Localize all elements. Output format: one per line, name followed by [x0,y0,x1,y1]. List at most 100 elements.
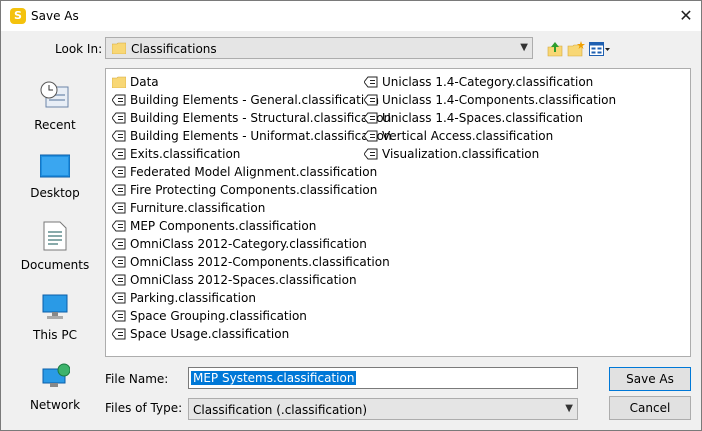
place-documents[interactable]: Documents [17,221,93,272]
new-folder-icon[interactable] [567,41,585,57]
list-item-label: Visualization.classification [382,147,540,161]
classification-file-icon [112,328,126,340]
file-type-dropdown[interactable]: Classification (.classification) ▼ [188,398,578,420]
list-item[interactable]: Building Elements - Structural.classific… [108,109,392,127]
file-list-column-1: Data Building Elements - General.classifi… [108,73,392,343]
save-as-button[interactable]: Save As [609,367,691,391]
file-name-value: MEP Systems.classification [191,371,357,385]
classification-file-icon [364,130,378,142]
place-recent[interactable]: Recent [17,81,93,132]
list-item[interactable]: OmniClass 2012-Category.classification [108,235,392,253]
list-item-label: Parking.classification [130,291,256,305]
list-item-label: Space Grouping.classification [130,309,307,323]
file-list-column-2: Uniclass 1.4-Category.classification Unic… [360,73,616,163]
classification-file-icon [112,238,126,250]
list-item-label: Building Elements - Structural.classific… [130,111,392,125]
file-type-label: Files of Type: [105,401,183,415]
list-item-label: MEP Components.classification [130,219,317,233]
title-bar[interactable]: S Save As ✕ [1,1,701,31]
classification-file-icon [112,94,126,106]
list-item-label: Building Elements - General.classificati… [130,93,380,107]
folder-icon [112,42,126,54]
list-item-label: Space Usage.classification [130,327,290,341]
list-item[interactable]: Data [108,73,392,91]
chevron-down-icon: ▼ [520,42,528,53]
list-item[interactable]: Building Elements - Uniformat.classifica… [108,127,392,145]
list-item[interactable]: Uniclass 1.4-Spaces.classification [360,109,616,127]
look-in-value: Classifications [131,42,217,56]
view-menu-icon[interactable] [589,41,611,57]
classification-file-icon [112,148,126,160]
computer-icon [42,294,68,319]
recent-icon [40,81,69,108]
app-icon: S [10,8,26,24]
classification-file-icon [112,130,126,142]
classification-file-icon [112,310,126,322]
list-item[interactable]: Furniture.classification [108,199,392,217]
list-item[interactable]: Federated Model Alignment.classification [108,163,392,181]
close-button[interactable]: ✕ [672,5,700,27]
classification-file-icon [364,112,378,124]
classification-file-icon [364,148,378,160]
classification-file-icon [112,112,126,124]
list-item-label: OmniClass 2012-Category.classification [130,237,367,251]
place-desktop[interactable]: Desktop [17,153,93,200]
list-item-label: Data [130,75,159,89]
classification-file-icon [112,256,126,268]
file-type-value: Classification (.classification) [193,403,368,417]
look-in-dropdown[interactable]: Classifications ▼ [105,37,533,59]
list-item[interactable]: Visualization.classification [360,145,616,163]
list-item[interactable]: Space Usage.classification [108,325,392,343]
list-item[interactable]: Uniclass 1.4-Components.classification [360,91,616,109]
save-as-dialog: S Save As ✕ Look In: Classifications ▼ R… [0,0,702,431]
cancel-button[interactable]: Cancel [609,396,691,420]
list-item-label: Uniclass 1.4-Components.classification [382,93,617,107]
up-folder-icon[interactable] [546,41,564,57]
classification-file-icon [112,274,126,286]
file-name-input[interactable]: MEP Systems.classification [188,367,578,389]
list-item-label: Building Elements - Uniformat.classifica… [130,129,392,143]
place-this-pc-label: This PC [33,328,77,342]
place-network-label: Network [29,398,81,412]
classification-file-icon [364,94,378,106]
classification-file-icon [364,76,378,88]
list-item[interactable]: OmniClass 2012-Components.classification [108,253,392,271]
chevron-down-icon: ▼ [565,403,573,414]
list-item-label: Vertical Access.classification [382,129,554,143]
list-item[interactable]: MEP Components.classification [108,217,392,235]
list-item-label: Exits.classification [130,147,241,161]
classification-file-icon [112,166,126,178]
list-item-label: OmniClass 2012-Spaces.classification [130,273,357,287]
list-item-label: Uniclass 1.4-Category.classification [382,75,594,89]
classification-file-icon [112,220,126,232]
place-network[interactable]: Network [17,363,93,412]
list-item-label: OmniClass 2012-Components.classification [130,255,390,269]
close-icon: ✕ [679,6,693,25]
place-documents-label: Documents [20,258,90,272]
list-item[interactable]: Fire Protecting Components.classificatio… [108,181,392,199]
list-item[interactable]: Uniclass 1.4-Category.classification [360,73,616,91]
documents-icon [43,221,67,251]
list-item[interactable]: Vertical Access.classification [360,127,616,145]
list-item-label: Uniclass 1.4-Spaces.classification [382,111,583,125]
window-title: Save As [31,9,79,23]
list-item[interactable]: Space Grouping.classification [108,307,392,325]
list-item-label: Fire Protecting Components.classificatio… [130,183,378,197]
list-item[interactable]: Parking.classification [108,289,392,307]
folder-icon [112,76,126,88]
place-desktop-label: Desktop [30,186,80,200]
desktop-icon [39,154,71,178]
list-item-label: Furniture.classification [130,201,266,215]
look-in-label: Look In: [55,42,103,56]
list-item[interactable]: Exits.classification [108,145,392,163]
place-this-pc[interactable]: This PC [17,293,93,342]
list-item[interactable]: OmniClass 2012-Spaces.classification [108,271,392,289]
place-recent-label: Recent [34,118,76,132]
places-bar: Recent Desktop Documents This PC Network [17,69,93,419]
file-name-label: File Name: [105,372,169,386]
list-item-label: Federated Model Alignment.classification [130,165,378,179]
file-list[interactable]: Data Building Elements - General.classifi… [105,68,691,357]
list-item[interactable]: Building Elements - General.classificati… [108,91,392,109]
classification-file-icon [112,184,126,196]
classification-file-icon [112,292,126,304]
